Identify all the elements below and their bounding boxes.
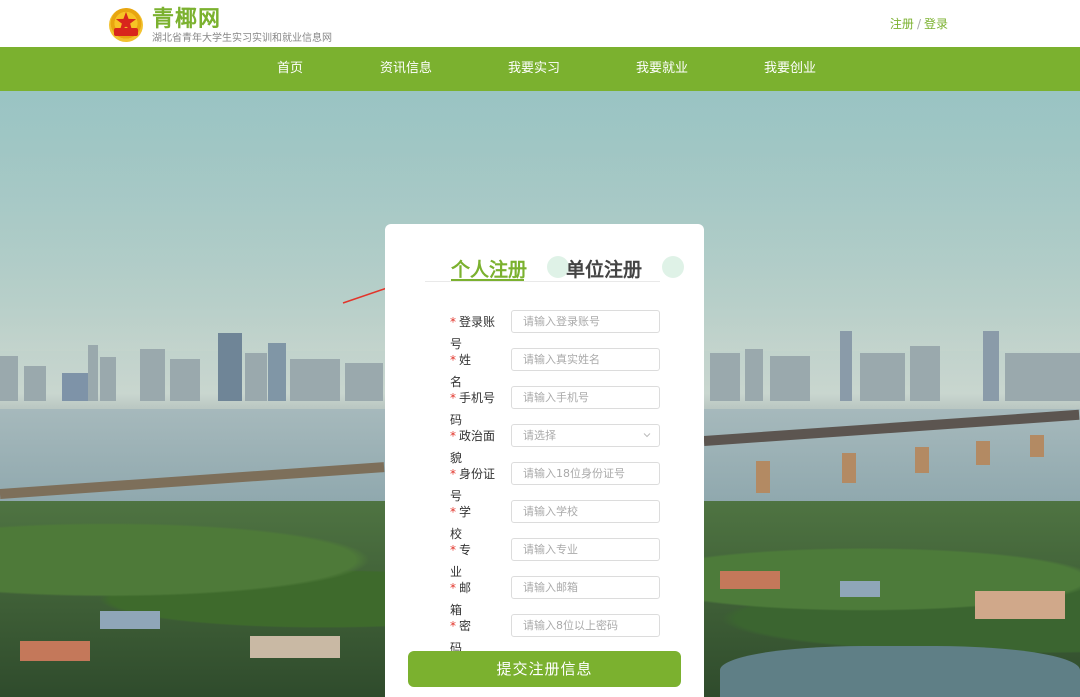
- label-major: * 专业: [450, 543, 489, 579]
- select-placeholder: 请选择: [523, 429, 556, 442]
- nav-item-entrepreneurship[interactable]: 我要创业: [764, 47, 816, 91]
- ribbon-icon: [114, 28, 138, 36]
- school-input[interactable]: [511, 500, 660, 523]
- site-header: 青椰网 湖北省青年大学生实习实训和就业信息网 注册 / 登录: [0, 0, 1080, 47]
- building: [0, 356, 18, 401]
- rooftop: [720, 571, 780, 589]
- pond: [720, 646, 1080, 697]
- required-mark: *: [450, 391, 456, 405]
- bridge-pier: [915, 447, 929, 473]
- nav-item-internship[interactable]: 我要实习: [508, 47, 560, 91]
- label-school: * 学校: [450, 505, 489, 541]
- required-mark: *: [450, 353, 456, 367]
- bridge-pier: [976, 441, 990, 465]
- building: [345, 363, 383, 401]
- label-password: * 密码: [450, 619, 489, 655]
- building: [140, 349, 165, 401]
- building: [268, 343, 286, 401]
- password-input[interactable]: [511, 614, 660, 637]
- building: [910, 346, 940, 401]
- register-link[interactable]: 注册: [890, 17, 914, 31]
- rooftop: [100, 611, 160, 629]
- site-subtitle: 湖北省青年大学生实习实训和就业信息网: [152, 33, 332, 44]
- login-link[interactable]: 登录: [924, 17, 948, 31]
- nav-item-home[interactable]: 首页: [277, 47, 303, 91]
- building: [710, 353, 740, 401]
- label-id-number: * 身份证号: [450, 467, 496, 503]
- tab-company-register[interactable]: 单位注册: [566, 255, 642, 282]
- building: [983, 331, 999, 401]
- building: [290, 359, 340, 401]
- required-mark: *: [450, 581, 456, 595]
- building: [1005, 353, 1080, 401]
- bridge-pier: [842, 453, 856, 483]
- building: [62, 373, 88, 401]
- auth-separator: /: [916, 17, 921, 31]
- label-account: * 登录账号: [450, 315, 496, 351]
- name-input[interactable]: [511, 348, 660, 371]
- building: [218, 333, 242, 401]
- tab-personal-register[interactable]: 个人注册: [451, 255, 527, 282]
- main-nav: 首页 资讯信息 我要实习 我要就业 我要创业: [0, 47, 1080, 91]
- label-email: * 邮箱: [450, 581, 489, 617]
- building: [88, 345, 98, 401]
- required-mark: *: [450, 543, 456, 557]
- building: [100, 357, 116, 401]
- political-status-select[interactable]: 请选择: [511, 424, 660, 447]
- id-number-input[interactable]: [511, 462, 660, 485]
- label-name: * 姓名: [450, 353, 489, 389]
- auth-links: 注册 / 登录: [890, 15, 948, 32]
- submit-registration-button[interactable]: 提交注册信息: [408, 651, 681, 687]
- building: [170, 359, 200, 401]
- nav-item-news[interactable]: 资讯信息: [380, 47, 432, 91]
- account-input[interactable]: [511, 310, 660, 333]
- label-phone: * 手机号码: [450, 391, 496, 427]
- label-political-status: * 政治面貌: [450, 429, 496, 465]
- building: [245, 353, 267, 401]
- rooftop: [20, 641, 90, 661]
- decorative-circle: [662, 256, 684, 278]
- tab-active-underline: [451, 279, 524, 281]
- youth-league-emblem-icon[interactable]: [109, 8, 143, 42]
- email-input[interactable]: [511, 576, 660, 599]
- nav-item-employment[interactable]: 我要就业: [636, 47, 688, 91]
- bridge-pier: [1030, 435, 1044, 457]
- building: [770, 356, 810, 401]
- required-mark: *: [450, 619, 456, 633]
- building: [24, 366, 46, 401]
- rooftop: [975, 591, 1065, 619]
- phone-input[interactable]: [511, 386, 660, 409]
- rooftop: [840, 581, 880, 597]
- building: [840, 331, 852, 401]
- required-mark: *: [450, 315, 456, 329]
- rooftop: [250, 636, 340, 658]
- required-mark: *: [450, 429, 456, 443]
- required-mark: *: [450, 505, 456, 519]
- required-mark: *: [450, 467, 456, 481]
- building: [860, 353, 905, 401]
- major-input[interactable]: [511, 538, 660, 561]
- building: [745, 349, 763, 401]
- chevron-down-icon: [643, 433, 651, 438]
- bridge-pier: [756, 461, 770, 493]
